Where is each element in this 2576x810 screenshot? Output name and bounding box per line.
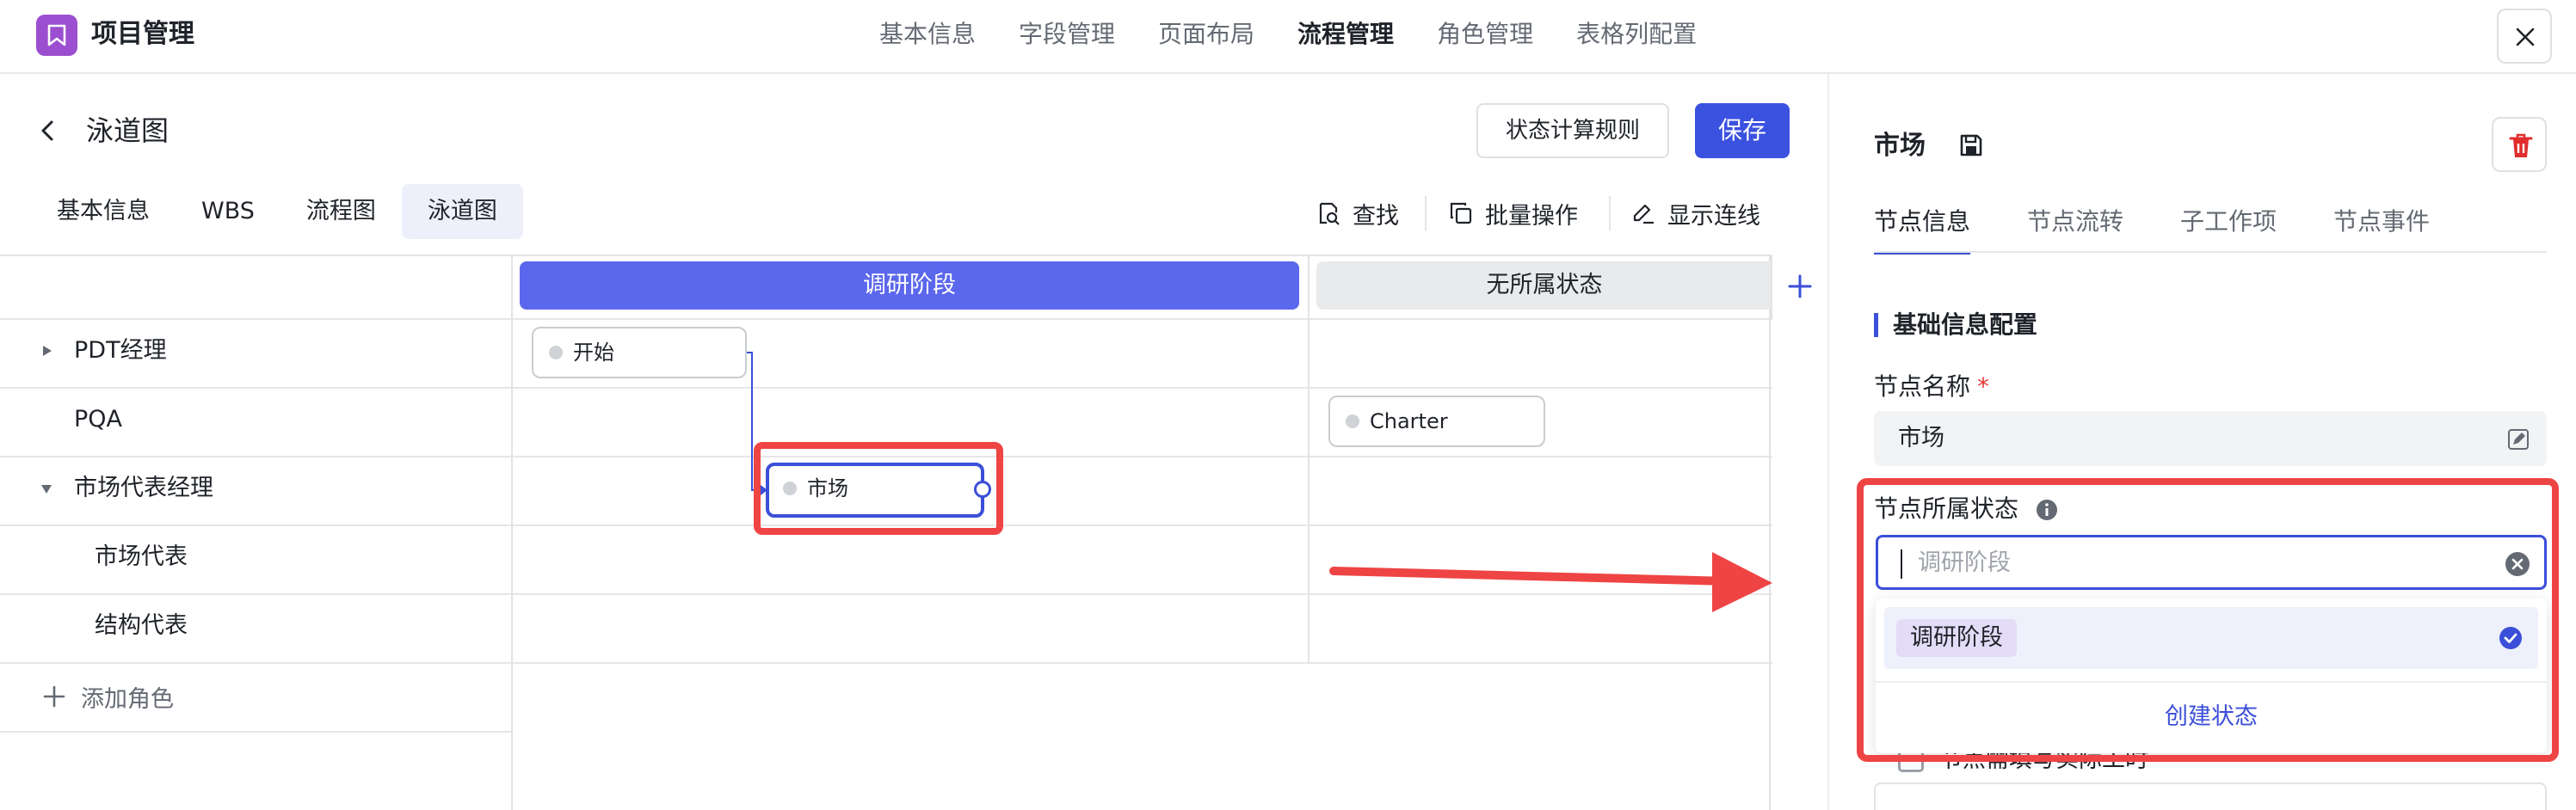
panel-tab-node-events[interactable]: 节点事件 [2333,203,2430,246]
node-name-field[interactable]: 市场 [1874,411,2547,466]
node-name-label: 节点名称 * [1874,370,1989,404]
grid-line [511,255,513,810]
add-role-button[interactable]: 添加角色 [43,679,174,714]
highlight-box-node [754,442,1003,535]
grid-line [0,662,1772,664]
lane-label-market-rep[interactable]: 市场代表 [95,540,188,574]
lane-label-structure-rep[interactable]: 结构代表 [95,609,188,643]
top-nav-page-layout[interactable]: 页面布局 [1158,15,1254,53]
app-logo [36,15,77,56]
panel-tab-node-info[interactable]: 节点信息 [1874,203,1971,255]
close-icon [2516,28,2535,46]
node-label: Charter [1370,409,1448,433]
lane-label-pqa[interactable]: PQA [74,402,122,437]
state-rule-button[interactable]: 状态计算规则 [1476,103,1669,158]
grid-line [1308,255,1310,664]
node-status-dot [549,346,563,359]
toolbar-divider [1425,196,1427,230]
plus-icon [1788,274,1812,298]
top-nav-process-management[interactable]: 流程管理 [1297,15,1394,53]
tab-flowchart[interactable]: 流程图 [280,184,402,239]
node-status-dot [1346,414,1359,428]
panel-tab-sub-items[interactable]: 子工作项 [2180,203,2277,246]
trash-icon [2509,133,2533,157]
find-icon [1319,202,1340,225]
top-nav-basic-info[interactable]: 基本信息 [879,15,976,53]
batch-tool[interactable]: 批量操作 [1449,194,1578,232]
annotation-arrow [1329,552,1772,612]
node-label: 开始 [573,341,614,365]
grid-line [1769,255,1771,810]
tab-wbs[interactable]: WBS [176,184,280,239]
show-lines-tool[interactable]: 显示连线 [1631,194,1760,232]
highlight-box-state [1857,478,2559,762]
copy-icon [1450,202,1472,224]
top-nav-role-management[interactable]: 角色管理 [1437,15,1533,53]
panel-tab-node-flow[interactable]: 节点流转 [2027,203,2123,246]
edit-ai-icon[interactable] [2507,428,2530,451]
flow-node-charter[interactable]: Charter [1328,396,1545,447]
tab-divider [1874,251,2547,253]
pen-line-icon [1633,204,1654,224]
node-name-value: 市场 [1898,425,1944,451]
lane-label-pdt-manager[interactable]: PDT经理 [74,334,167,368]
flow-node-start[interactable]: 开始 [532,327,747,378]
find-label: 查找 [1353,202,1399,230]
section-title: 基础信息配置 [1874,308,2037,342]
top-nav-table-column-config[interactable]: 表格列配置 [1576,15,1697,53]
app-title: 项目管理 [91,19,194,49]
node-name-label-text: 节点名称 [1874,372,1971,401]
plus-icon [43,685,65,708]
show-lines-label: 显示连线 [1667,202,1760,230]
grid-line [0,318,1772,320]
page-title: 泳道图 [86,114,169,147]
grid-line [0,387,1772,389]
required-mark: * [1977,372,1990,401]
tab-basic-info[interactable]: 基本信息 [31,184,176,239]
add-role-label: 添加角色 [81,685,174,713]
grid-line [0,731,513,733]
add-stage-button[interactable] [1771,255,1827,320]
back-chevron-icon[interactable] [38,117,59,144]
stage-header-no-state[interactable]: 无所属状态 [1316,261,1772,310]
next-field[interactable] [1874,782,2547,810]
panel-tabs: 节点信息 节点流转 子工作项 节点事件 [1874,203,2487,255]
lane-label-market-manager[interactable]: 市场代表经理 [74,471,213,506]
stage-header-research[interactable]: 调研阶段 [520,261,1299,310]
save-button[interactable]: 保存 [1695,103,1790,158]
top-nav-field-management[interactable]: 字段管理 [1019,15,1115,53]
bookmark-icon [47,24,66,46]
top-bar: 项目管理 基本信息 字段管理 页面布局 流程管理 角色管理 表格列配置 [0,0,2576,74]
tab-swimlane[interactable]: 泳道图 [401,184,523,239]
caret-down-icon[interactable] [40,483,53,495]
save-icon[interactable] [1958,132,1984,158]
find-tool[interactable]: 查找 [1316,194,1399,232]
close-button[interactable] [2497,9,2552,64]
top-nav: 基本信息 字段管理 页面布局 流程管理 角色管理 表格列配置 [879,15,1740,53]
panel-title: 市场 [1874,131,1926,161]
toolbar-divider [1609,196,1611,230]
delete-node-button[interactable] [2492,117,2547,172]
batch-label: 批量操作 [1485,202,1578,230]
view-tabs: 基本信息 WBS 流程图 泳道图 [31,184,523,239]
caret-right-icon[interactable] [41,344,53,358]
